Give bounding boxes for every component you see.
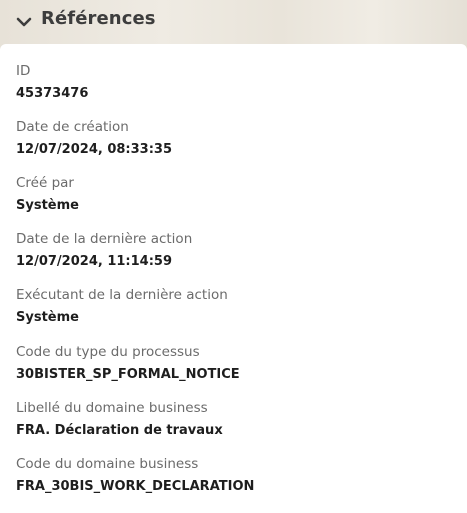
field-creation-date: Date de création 12/07/2024, 08:33:35 xyxy=(16,118,172,159)
field-value: 30BISTER_SP_FORMAL_NOTICE xyxy=(16,367,240,382)
field-created-by: Créé par Système xyxy=(16,174,79,215)
field-label: Code du domaine business xyxy=(16,456,199,472)
references-panel: Références ID 45373476 Date de création … xyxy=(0,0,467,513)
field-value: FRA_30BIS_WORK_DECLARATION xyxy=(16,479,255,494)
field-business-domain-label: Libellé du domaine business FRA. Déclara… xyxy=(16,399,223,440)
field-value: FRA. Déclaration de travaux xyxy=(16,423,223,438)
field-value: Système xyxy=(16,310,79,325)
field-last-action-executor: Exécutant de la dernière action Système xyxy=(16,286,228,327)
field-label: Exécutant de la dernière action xyxy=(16,287,228,303)
references-card: ID 45373476 Date de création 12/07/2024,… xyxy=(0,44,467,513)
field-last-action-date: Date de la dernière action 12/07/2024, 1… xyxy=(16,230,192,271)
references-section-header[interactable]: Références xyxy=(0,0,467,44)
field-label: Créé par xyxy=(16,175,74,191)
field-label: Code du type du processus xyxy=(16,344,200,360)
field-label: Date de la dernière action xyxy=(16,231,193,247)
field-value: 12/07/2024, 08:33:35 xyxy=(16,142,172,157)
field-value: Système xyxy=(16,198,79,213)
field-label: Libellé du domaine business xyxy=(16,400,208,416)
chevron-down-icon[interactable] xyxy=(14,12,34,32)
field-value: 45373476 xyxy=(16,86,89,101)
field-label: ID xyxy=(16,63,31,79)
field-process-type-code: Code du type du processus 30BISTER_SP_FO… xyxy=(16,343,240,384)
field-label: Date de création xyxy=(16,119,129,135)
field-id: ID 45373476 xyxy=(16,62,88,103)
field-business-domain-code: Code du domaine business FRA_30BIS_WORK_… xyxy=(16,455,254,496)
section-title: Références xyxy=(41,8,156,29)
field-value: 12/07/2024, 11:14:59 xyxy=(16,254,172,269)
